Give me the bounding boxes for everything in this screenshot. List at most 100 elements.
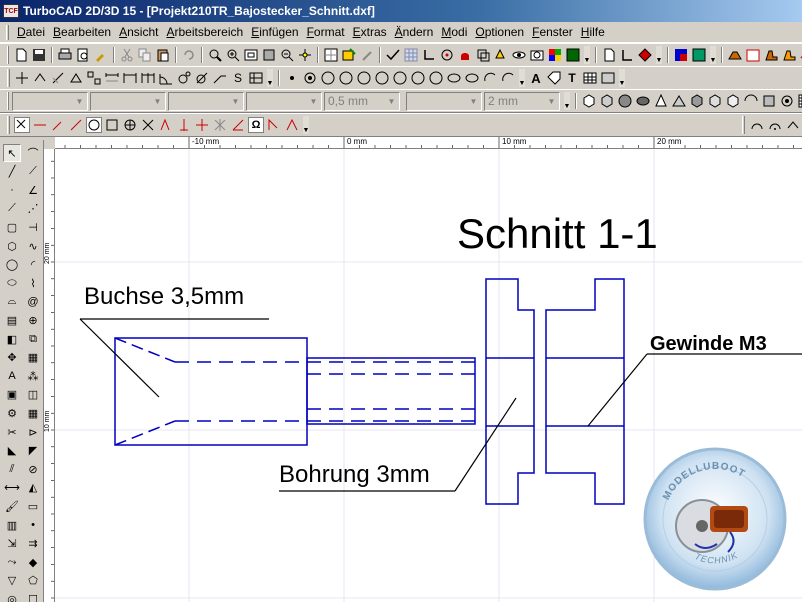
circle5-tool-icon[interactable]	[392, 70, 408, 86]
view-arrow-icon[interactable]	[785, 117, 801, 133]
menu-einfuegen[interactable]: Einfügen	[247, 23, 302, 41]
print-preview-icon[interactable]	[75, 47, 91, 63]
cone-icon[interactable]	[653, 93, 669, 109]
material-icon[interactable]	[691, 47, 707, 63]
node2-icon[interactable]: ◆	[24, 553, 42, 571]
dim-icon[interactable]: ⊣	[24, 218, 42, 236]
toolbar-overflow[interactable]: ▼	[710, 46, 716, 64]
gear-icon[interactable]: ⚙	[3, 404, 21, 422]
align-icon[interactable]: ⇉	[24, 535, 42, 553]
zoom-out-icon[interactable]	[279, 47, 295, 63]
color-icon[interactable]	[673, 47, 689, 63]
snap-center-icon[interactable]	[302, 70, 318, 86]
wedge-icon[interactable]	[671, 93, 687, 109]
menu-modi[interactable]: Modi	[437, 23, 471, 41]
layer2-icon[interactable]: ▥	[3, 516, 21, 534]
check-icon[interactable]	[385, 47, 401, 63]
snap-magnet-icon[interactable]: Ω	[248, 117, 264, 133]
circle6-tool-icon[interactable]	[410, 70, 426, 86]
freehand-icon[interactable]: ∠	[24, 181, 42, 199]
properties-icon[interactable]	[341, 47, 357, 63]
select-icon[interactable]: ↖	[3, 144, 21, 162]
scale-tool-icon[interactable]	[50, 70, 66, 86]
copy-icon[interactable]	[137, 47, 153, 63]
text-icon[interactable]: A	[528, 70, 544, 86]
torus-icon[interactable]	[635, 93, 651, 109]
angle-dim-icon[interactable]	[158, 70, 174, 86]
break-icon[interactable]: ⊘	[24, 460, 42, 478]
snap-node-icon[interactable]	[194, 117, 210, 133]
shell-icon[interactable]	[779, 93, 795, 109]
circle4-tool-icon[interactable]	[374, 70, 390, 86]
schnitt-shape-right[interactable]	[545, 278, 625, 505]
font-icon[interactable]: T	[564, 70, 580, 86]
circle-tool-icon[interactable]	[320, 70, 336, 86]
toolbar-grip[interactable]	[7, 116, 10, 134]
layer-icon[interactable]	[323, 47, 339, 63]
polyline-icon[interactable]: ⟋	[24, 163, 42, 181]
fillet-icon[interactable]: ◣	[3, 442, 21, 460]
color-select[interactable]: ▼	[90, 91, 166, 111]
eye-icon[interactable]	[511, 47, 527, 63]
undo-icon[interactable]	[181, 47, 197, 63]
paint-icon[interactable]: 🖌	[3, 497, 21, 515]
render-icon[interactable]	[565, 47, 581, 63]
zoom-window-icon[interactable]	[207, 47, 223, 63]
sphere-icon[interactable]	[617, 93, 633, 109]
ellipse-tool-icon[interactable]	[446, 70, 462, 86]
toolbar-overflow[interactable]: ▼	[267, 69, 273, 87]
grid3-icon[interactable]: ▦	[24, 404, 42, 422]
snap-angle-icon[interactable]	[230, 117, 246, 133]
toolbar-overflow[interactable]: ▼	[564, 92, 570, 110]
menu-arbeitsbereich[interactable]: Arbeitsbereich	[162, 23, 247, 41]
snap-vertex-icon[interactable]	[284, 70, 300, 86]
tag-icon[interactable]	[546, 70, 562, 86]
snap-end-icon[interactable]	[158, 117, 174, 133]
toolbar-grip[interactable]	[7, 69, 10, 87]
radius-dim-icon[interactable]	[176, 70, 192, 86]
polygon-icon[interactable]: ⬡	[3, 237, 21, 255]
ring-icon[interactable]: ◎	[3, 590, 21, 602]
toolbar-overflow[interactable]: ▼	[303, 116, 309, 134]
point-icon[interactable]: ·	[3, 181, 21, 199]
snap-intersect-icon[interactable]	[140, 117, 156, 133]
array2-icon[interactable]: ▦	[24, 349, 42, 367]
zoom-page-icon[interactable]	[261, 47, 277, 63]
mesh-icon[interactable]	[797, 93, 802, 109]
table-icon[interactable]	[582, 70, 598, 86]
label-bohrung[interactable]: Bohrung 3mm	[279, 463, 430, 487]
move-icon[interactable]	[14, 70, 30, 86]
box-icon[interactable]: ☐	[24, 590, 42, 602]
stretch-icon[interactable]: ⇲	[3, 535, 21, 553]
table-tool-icon[interactable]	[248, 70, 264, 86]
menu-datei[interactable]: Datei	[13, 23, 49, 41]
camera-icon[interactable]	[529, 47, 545, 63]
region-icon[interactable]: ▤	[3, 311, 21, 329]
diameter-dim-icon[interactable]	[194, 70, 210, 86]
trim-icon[interactable]: ✂	[3, 423, 21, 441]
fill-tool-icon[interactable]: ◧	[3, 330, 21, 348]
measure-icon[interactable]: ⟷	[3, 479, 21, 497]
menu-format[interactable]: Format	[303, 23, 349, 41]
mirror-tool-icon[interactable]	[68, 70, 84, 86]
menu-optionen[interactable]: Optionen	[471, 23, 528, 41]
menu-hilfe[interactable]: Hilfe	[577, 23, 609, 41]
section-title[interactable]: Schnitt 1-1	[457, 213, 658, 255]
dimension3-icon[interactable]	[140, 70, 156, 86]
area-icon[interactable]: ◭	[24, 479, 42, 497]
toolbar-overflow[interactable]: ▼	[656, 46, 662, 64]
ellipse2-tool-icon[interactable]	[464, 70, 480, 86]
chamfer-icon[interactable]: ◤	[24, 442, 42, 460]
schnitt-shape-left[interactable]	[485, 278, 535, 505]
new-file-icon[interactable]	[13, 47, 29, 63]
snap-circle-icon[interactable]	[439, 47, 455, 63]
toolbar-overflow[interactable]: ▼	[519, 69, 525, 87]
tri-icon[interactable]: ▽	[3, 572, 21, 590]
cube2-icon[interactable]	[599, 93, 615, 109]
double-line-icon[interactable]: ⟋	[3, 200, 21, 218]
spiral-icon[interactable]: @	[24, 293, 42, 311]
zoom-extents-icon[interactable]	[243, 47, 259, 63]
line-type-select[interactable]: ▼	[246, 91, 322, 111]
menu-bearbeiten[interactable]: Bearbeiten	[49, 23, 115, 41]
move-tool-icon[interactable]: ✥	[3, 349, 21, 367]
